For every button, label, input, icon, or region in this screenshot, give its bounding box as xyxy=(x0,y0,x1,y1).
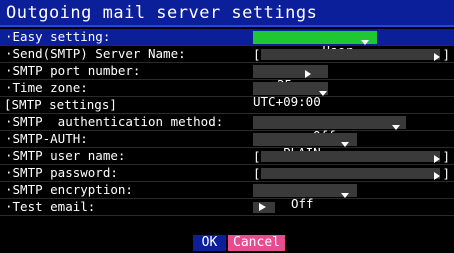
time-zone-label: ·Time zone: xyxy=(5,80,88,95)
smtp-port-label: ·SMTP port number: xyxy=(5,63,141,78)
smtp-auth-label: ·SMTP-AUTH: xyxy=(5,131,88,146)
row-test-email[interactable]: ·Test email: xyxy=(0,199,454,216)
cancel-button[interactable]: Cancel xyxy=(228,235,285,251)
row-easy-setting[interactable]: ·Easy setting: User xyxy=(0,29,454,57)
title-bar: Outgoing mail server settings xyxy=(0,0,454,27)
test-email-label: ·Test email: xyxy=(5,199,96,214)
easy-setting-label: ·Easy setting: xyxy=(5,29,111,44)
footer-buttons: OK Cancel xyxy=(0,234,454,253)
smtp-encryption-label: ·SMTP encryption: xyxy=(5,182,133,197)
smtp-user-name-field[interactable]: [ ] xyxy=(253,150,450,163)
smtp-settings-section-header: [SMTP settings] xyxy=(0,97,454,114)
row-smtp-server-name[interactable]: ·Send(SMTP) Server Name: [ ] xyxy=(0,46,454,63)
row-smtp-user-name[interactable]: ·SMTP user name: [ ] xyxy=(0,148,454,165)
row-time-zone[interactable]: ·Time zone: UTC+09:00 xyxy=(0,80,454,108)
smtp-encryption-dropdown[interactable]: Off xyxy=(253,184,357,210)
smtp-auth-dropdown[interactable]: PLAIN xyxy=(253,133,357,159)
arrow-right-icon xyxy=(305,67,311,80)
row-smtp-encryption[interactable]: ·SMTP encryption: Off xyxy=(0,182,454,210)
row-smtp-port-number[interactable]: ·SMTP port number: 25 xyxy=(0,63,454,91)
time-zone-dropdown[interactable]: UTC+09:00 xyxy=(253,82,328,108)
smtp-auth-method-label: ·SMTP authentication method: xyxy=(5,114,224,129)
ok-button[interactable]: OK xyxy=(193,235,226,251)
row-smtp-password[interactable]: ·SMTP password: [ ] xyxy=(0,165,454,182)
easy-setting-dropdown[interactable]: User xyxy=(253,31,377,57)
smtp-auth-method-dropdown[interactable]: Off xyxy=(253,116,406,142)
page-title: Outgoing mail server settings xyxy=(6,3,318,23)
row-smtp-auth-method[interactable]: ·SMTP authentication method: Off xyxy=(0,114,454,142)
arrow-right-icon xyxy=(434,152,440,165)
smtp-server-name-label: ·Send(SMTP) Server Name: xyxy=(5,46,186,61)
test-email-button[interactable] xyxy=(253,202,275,213)
row-smtp-auth[interactable]: ·SMTP-AUTH: PLAIN xyxy=(0,131,454,159)
smtp-user-name-label: ·SMTP user name: xyxy=(5,148,126,163)
arrow-right-icon xyxy=(434,169,440,182)
smtp-port-stepper[interactable]: 25 xyxy=(253,65,328,91)
smtp-settings-heading: [SMTP settings] xyxy=(4,97,117,112)
smtp-password-label: ·SMTP password: xyxy=(5,165,118,180)
smtp-password-field[interactable]: [ ] xyxy=(253,167,450,180)
play-icon xyxy=(259,203,266,211)
smtp-server-name-field[interactable]: [ ] xyxy=(253,48,450,61)
arrow-right-icon xyxy=(434,50,440,63)
outgoing-mail-settings-screen: Outgoing mail server settings ·Easy sett… xyxy=(0,0,454,253)
